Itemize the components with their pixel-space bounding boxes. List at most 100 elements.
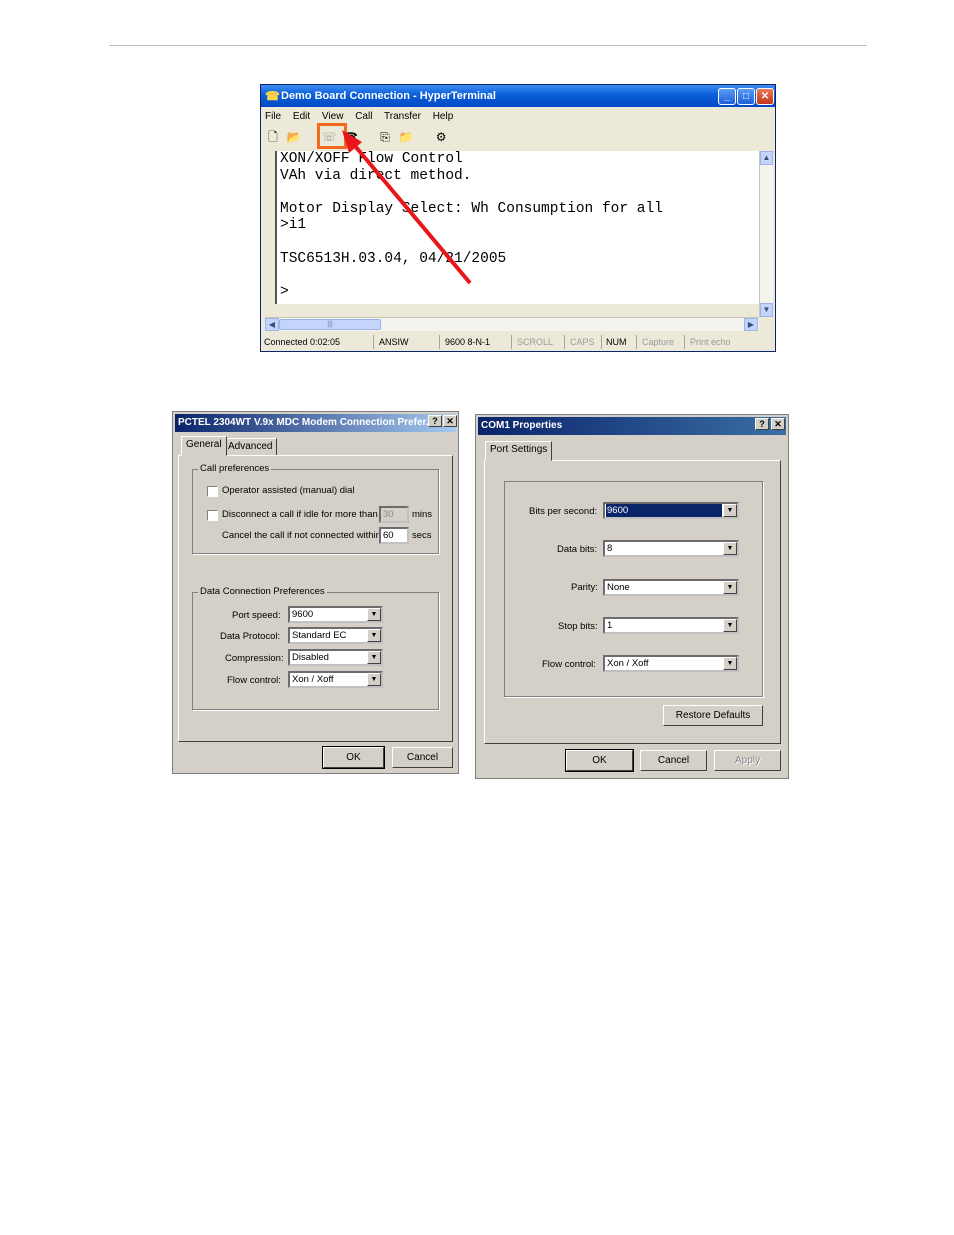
menu-bar: File Edit View Call Transfer Help <box>265 109 462 125</box>
help-button[interactable]: ? <box>755 418 769 430</box>
flow-control-select[interactable]: Xon / Xoff ▼ <box>288 671 383 688</box>
port-settings-panel: Bits per second: 9600 ▼ Data bits: 8 ▼ P… <box>484 460 781 744</box>
cancel-seconds-input[interactable]: 60 <box>379 527 409 544</box>
idle-unit-label: mins <box>412 509 433 520</box>
cancel-button[interactable]: Cancel <box>392 747 453 768</box>
horizontal-scroll-thumb[interactable]: ||| <box>279 319 381 330</box>
data-protocol-label: Data Protocol: <box>220 631 281 642</box>
menu-help[interactable]: Help <box>433 111 454 122</box>
status-scroll: SCROLL <box>517 337 554 347</box>
chevron-down-icon[interactable]: ▼ <box>367 673 381 686</box>
port-speed-label: Port speed: <box>232 610 281 621</box>
menu-view[interactable]: View <box>322 111 344 122</box>
minimize-button[interactable]: _ <box>718 88 736 105</box>
chevron-down-icon[interactable]: ▼ <box>367 608 381 621</box>
scroll-up-icon[interactable]: ▲ <box>760 151 773 165</box>
bits-per-second-select[interactable]: 9600 ▼ <box>603 502 739 519</box>
flow-control-value: Xon / Xoff <box>292 674 334 685</box>
close-button[interactable]: ✕ <box>443 415 457 427</box>
apply-button: Apply <box>714 750 781 771</box>
call-preferences-label: Call preferences <box>198 463 272 475</box>
data-protocol-select[interactable]: Standard EC ▼ <box>288 627 383 644</box>
bits-per-second-value: 9600 <box>606 504 722 517</box>
status-connected: Connected 0:02:05 <box>264 337 341 347</box>
com1-dialog-title: COM1 Properties <box>481 420 563 431</box>
page-header-rule <box>109 45 867 46</box>
chevron-down-icon[interactable]: ▼ <box>723 504 737 517</box>
scroll-right-icon[interactable]: ▶ <box>744 318 758 331</box>
data-protocol-value: Standard EC <box>292 630 347 641</box>
flow-control-label: Flow control: <box>542 659 596 670</box>
send-file-icon[interactable]: ⎘ <box>377 127 393 147</box>
modem-dialog-title: PCTEL 2304WT V.9x MDC Modem Connection P… <box>178 417 435 428</box>
data-bits-select[interactable]: 8 ▼ <box>603 540 739 557</box>
terminal-line: XON/XOFF Flow Control <box>280 151 463 167</box>
status-caps: CAPS <box>570 337 595 347</box>
menu-call[interactable]: Call <box>355 111 372 122</box>
operator-assisted-label: Operator assisted (manual) dial <box>222 485 355 496</box>
menu-file[interactable]: File <box>265 111 281 122</box>
new-connection-icon[interactable]: 🗋 <box>265 127 281 147</box>
menu-transfer[interactable]: Transfer <box>384 111 421 122</box>
cancel-button[interactable]: Cancel <box>640 750 707 771</box>
flow-control-select[interactable]: Xon / Xoff ▼ <box>603 655 739 672</box>
parity-select[interactable]: None ▼ <box>603 579 739 596</box>
com1-properties-dialog: COM1 Properties ? ✕ Port Settings Bits p… <box>475 414 789 779</box>
tab-advanced[interactable]: Advanced <box>223 438 278 456</box>
horizontal-scrollbar[interactable]: ◀ ||| ▶ <box>265 317 759 331</box>
idle-minutes-input: 30 <box>379 506 409 523</box>
flow-control-value: Xon / Xoff <box>607 658 649 669</box>
status-port-settings: 9600 8-N-1 <box>445 337 491 347</box>
chevron-down-icon[interactable]: ▼ <box>723 581 737 594</box>
terminal-output[interactable]: XON/XOFF Flow Control VAh via direct met… <box>275 151 759 304</box>
chevron-down-icon[interactable]: ▼ <box>723 542 737 555</box>
status-num: NUM <box>606 337 627 347</box>
status-emulation: ANSIW <box>379 337 409 347</box>
port-speed-select[interactable]: 9600 ▼ <box>288 606 383 623</box>
ok-button[interactable]: OK <box>565 749 634 772</box>
toolbar: 🗋 📂 ☏ ☎ ⎘ 📁 ⚙ <box>265 127 451 147</box>
close-button[interactable]: ✕ <box>756 88 774 105</box>
scroll-down-icon[interactable]: ▼ <box>760 303 773 317</box>
modem-dialog-title-bar[interactable]: PCTEL 2304WT V.9x MDC Modem Connection P… <box>175 414 456 432</box>
disconnect-idle-checkbox[interactable] <box>207 510 218 521</box>
chevron-down-icon[interactable]: ▼ <box>723 619 737 632</box>
general-tab-panel: Call preferences Operator assisted (manu… <box>178 455 453 742</box>
cancel-call-label: Cancel the call if not connected within <box>222 530 381 541</box>
vertical-scrollbar[interactable]: ▲ ▼ <box>759 151 773 317</box>
menu-edit[interactable]: Edit <box>293 111 310 122</box>
compression-select[interactable]: Disabled ▼ <box>288 649 383 666</box>
chevron-down-icon[interactable]: ▼ <box>367 651 381 664</box>
ok-button[interactable]: OK <box>322 746 385 769</box>
compression-value: Disabled <box>292 652 329 663</box>
tab-port-settings[interactable]: Port Settings <box>485 441 553 461</box>
close-button[interactable]: ✕ <box>771 418 785 430</box>
open-folder-icon[interactable]: 📂 <box>286 127 302 147</box>
help-button[interactable]: ? <box>428 415 442 427</box>
terminal-line: TSC6513H.03.04, 04/21/2005 <box>280 250 507 267</box>
modem-preferences-dialog: PCTEL 2304WT V.9x MDC Modem Connection P… <box>172 411 459 774</box>
cancel-unit-label: secs <box>412 530 432 541</box>
com1-dialog-title-bar[interactable]: COM1 Properties <box>478 417 786 435</box>
bits-per-second-label: Bits per second: <box>529 506 598 517</box>
flow-control-label: Flow control: <box>227 675 281 686</box>
stop-bits-select[interactable]: 1 ▼ <box>603 617 739 634</box>
disconnect-idle-label: Disconnect a call if idle for more than <box>222 509 378 520</box>
chevron-down-icon[interactable]: ▼ <box>367 629 381 642</box>
hyperterminal-title-bar[interactable]: ☎ Demo Board Connection - HyperTerminal … <box>261 85 775 107</box>
status-print-echo: Print echo <box>690 337 731 347</box>
properties-icon[interactable]: ⚙ <box>433 127 449 147</box>
parity-value: None <box>607 582 630 593</box>
stop-bits-value: 1 <box>607 620 613 631</box>
operator-assisted-checkbox[interactable] <box>207 486 218 497</box>
status-capture: Capture <box>642 337 675 347</box>
receive-file-icon[interactable]: 📁 <box>398 127 414 147</box>
scroll-left-icon[interactable]: ◀ <box>265 318 279 331</box>
tab-general[interactable]: General <box>181 436 227 456</box>
terminal-line: >i1 <box>280 217 307 234</box>
restore-defaults-button[interactable]: Restore Defaults <box>663 705 763 726</box>
chevron-down-icon[interactable]: ▼ <box>723 657 737 670</box>
disconnect-highlight-box <box>317 123 347 149</box>
maximize-button[interactable]: □ <box>737 88 755 105</box>
